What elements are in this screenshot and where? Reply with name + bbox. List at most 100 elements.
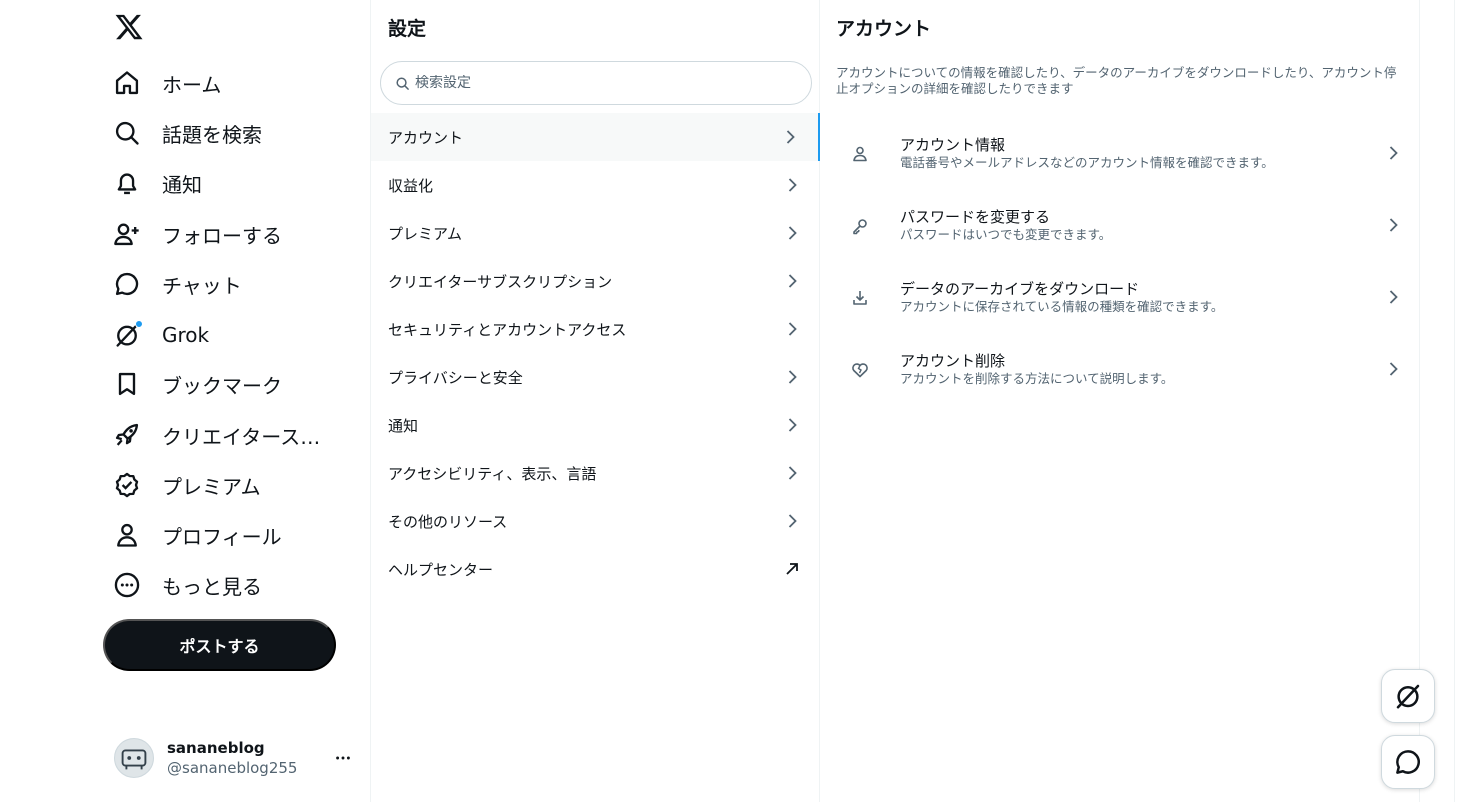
settings-search[interactable] — [380, 61, 812, 105]
more-dots-icon[interactable] — [333, 748, 353, 768]
account-handle: @sananeblog255 — [167, 759, 298, 777]
nav-item-bookmarks[interactable]: ブックマーク — [112, 361, 282, 407]
nav-item-premium[interactable]: プレミアム — [112, 462, 261, 508]
chevron-right-icon — [1389, 290, 1398, 304]
menu-label: プライバシーと安全 — [388, 368, 523, 387]
grok-icon — [1396, 684, 1420, 709]
settings-item-creator-subscriptions[interactable]: クリエイターサブスクリプション — [371, 257, 820, 305]
nav-item-grok[interactable]: Grok — [112, 312, 209, 358]
nav-item-home[interactable]: ホーム — [112, 60, 221, 106]
nav-label: もっと見る — [162, 574, 262, 599]
option-subtitle: アカウントを削除する方法について説明します。 — [900, 371, 1174, 386]
account-switcher[interactable]: sananeblog @sananeblog255 — [103, 728, 361, 788]
external-link-icon — [786, 563, 798, 575]
bookmark-icon — [112, 369, 142, 399]
settings-item-account[interactable]: アカウント — [371, 113, 820, 161]
x-logo-icon[interactable] — [110, 8, 148, 46]
notification-dot — [135, 320, 143, 328]
nav-item-chat[interactable]: チャット — [112, 261, 242, 307]
chevron-right-icon — [1389, 362, 1398, 376]
menu-label: クリエイターサブスクリプション — [388, 272, 613, 291]
search-icon — [112, 118, 142, 148]
option-title: パスワードを変更する — [900, 208, 1051, 226]
account-panel-title: アカウント — [836, 18, 932, 40]
chat-bubble-icon — [112, 269, 142, 299]
chat-bubble-icon — [1396, 750, 1420, 774]
nav-label: Grok — [162, 323, 210, 347]
nav-label: フォローする — [162, 223, 282, 248]
chevron-right-icon — [1389, 218, 1398, 232]
menu-label: その他のリソース — [388, 512, 508, 531]
nav-label: クリエイタースタジオ — [162, 424, 340, 449]
account-info-option[interactable]: アカウント情報 電話番号やメールアドレスなどのアカウント情報を確認できます。 — [820, 117, 1419, 189]
option-title: アカウント削除 — [900, 352, 1006, 370]
avatar — [114, 738, 154, 778]
account-name: sananeblog — [167, 739, 265, 757]
download-archive-option[interactable]: データのアーカイブをダウンロード アカウントに保存されている情報の種類を確認でき… — [820, 261, 1419, 333]
chevron-right-icon — [788, 274, 797, 288]
settings-item-notifications[interactable]: 通知 — [371, 401, 820, 449]
nav-label: ブックマーク — [162, 373, 282, 398]
broken-heart-icon — [852, 363, 868, 378]
settings-item-privacy[interactable]: プライバシーと安全 — [371, 353, 820, 401]
bell-icon — [112, 168, 142, 198]
change-password-option[interactable]: パスワードを変更する パスワードはいつでも変更できます。 — [820, 189, 1419, 261]
nav-item-more[interactable]: もっと見る — [112, 562, 262, 608]
add-person-icon — [112, 219, 142, 249]
chevron-right-icon — [788, 418, 797, 432]
nav-item-follow[interactable]: フォローする — [112, 211, 282, 257]
chevron-right-icon — [788, 178, 797, 192]
settings-item-security[interactable]: セキュリティとアカウントアクセス — [371, 305, 820, 353]
settings-item-resources[interactable]: その他のリソース — [371, 497, 820, 545]
chat-float-button[interactable] — [1381, 735, 1435, 789]
person-icon — [112, 520, 142, 550]
post-button[interactable]: ポストする — [103, 619, 336, 671]
menu-label: セキュリティとアカウントアクセス — [388, 320, 627, 339]
chevron-right-icon — [788, 226, 797, 240]
person-outline-icon — [853, 146, 867, 162]
nav-label: 通知 — [162, 172, 202, 197]
option-title: データのアーカイブをダウンロード — [900, 280, 1140, 298]
grok-float-button[interactable] — [1381, 669, 1435, 723]
option-subtitle: 電話番号やメールアドレスなどのアカウント情報を確認できます。 — [900, 155, 1274, 170]
nav-label: プロフィール — [162, 524, 282, 549]
search-icon — [396, 76, 409, 90]
menu-label: 収益化 — [388, 176, 434, 195]
nav-label: チャット — [162, 273, 242, 298]
download-icon — [853, 291, 867, 305]
menu-label: アカウント — [388, 128, 464, 147]
chevron-right-icon — [788, 466, 797, 480]
chevron-right-icon — [788, 322, 797, 336]
primary-nav: ホーム 話題を検索 通知 フォローする チャット Grok ブックマーク クリエ… — [0, 0, 370, 802]
option-subtitle: パスワードはいつでも変更できます。 — [900, 227, 1112, 242]
settings-item-help-center[interactable]: ヘルプセンター — [371, 545, 820, 593]
chevron-right-icon — [1389, 146, 1398, 160]
chevron-right-icon — [788, 370, 797, 384]
menu-label: プレミアム — [388, 224, 462, 243]
settings-item-accessibility[interactable]: アクセシビリティ、表示、言語 — [371, 449, 820, 497]
delete-account-option[interactable]: アカウント削除 アカウントを削除する方法について説明します。 — [820, 333, 1419, 405]
settings-column: 設定 アカウント 収益化 プレミアム クリエイターサブスクリプション セキュリテ… — [370, 0, 820, 802]
menu-label: ヘルプセンター — [388, 560, 494, 579]
option-subtitle: アカウントに保存されている情報の種類を確認できます。 — [900, 299, 1224, 314]
chevron-right-icon — [788, 514, 797, 528]
menu-label: アクセシビリティ、表示、言語 — [388, 464, 597, 483]
nav-item-creator-studio[interactable]: クリエイタースタジオ — [112, 412, 340, 458]
nav-item-notifications[interactable]: 通知 — [112, 160, 202, 206]
nav-label: プレミアム — [162, 474, 261, 499]
nav-label: ホーム — [162, 72, 222, 97]
account-panel: アカウント アカウントについての情報を確認したり、データのアーカイブをダウンロー… — [820, 0, 1420, 802]
account-panel-description: アカウントについての情報を確認したり、データのアーカイブをダウンロードしたり、ア… — [836, 65, 1397, 96]
settings-item-monetization[interactable]: 収益化 — [371, 161, 820, 209]
more-circle-icon — [112, 570, 142, 600]
search-input[interactable] — [415, 75, 795, 91]
settings-item-premium[interactable]: プレミアム — [371, 209, 820, 257]
nav-item-explore[interactable]: 話題を検索 — [112, 110, 262, 156]
nav-item-profile[interactable]: プロフィール — [112, 512, 282, 558]
option-title: アカウント情報 — [900, 136, 1006, 154]
grok-icon — [112, 320, 143, 350]
chevron-right-icon — [786, 130, 795, 144]
scrollbar-track — [1454, 0, 1455, 802]
home-icon — [112, 68, 142, 98]
account-info: sananeblog @sananeblog255 — [167, 738, 297, 778]
